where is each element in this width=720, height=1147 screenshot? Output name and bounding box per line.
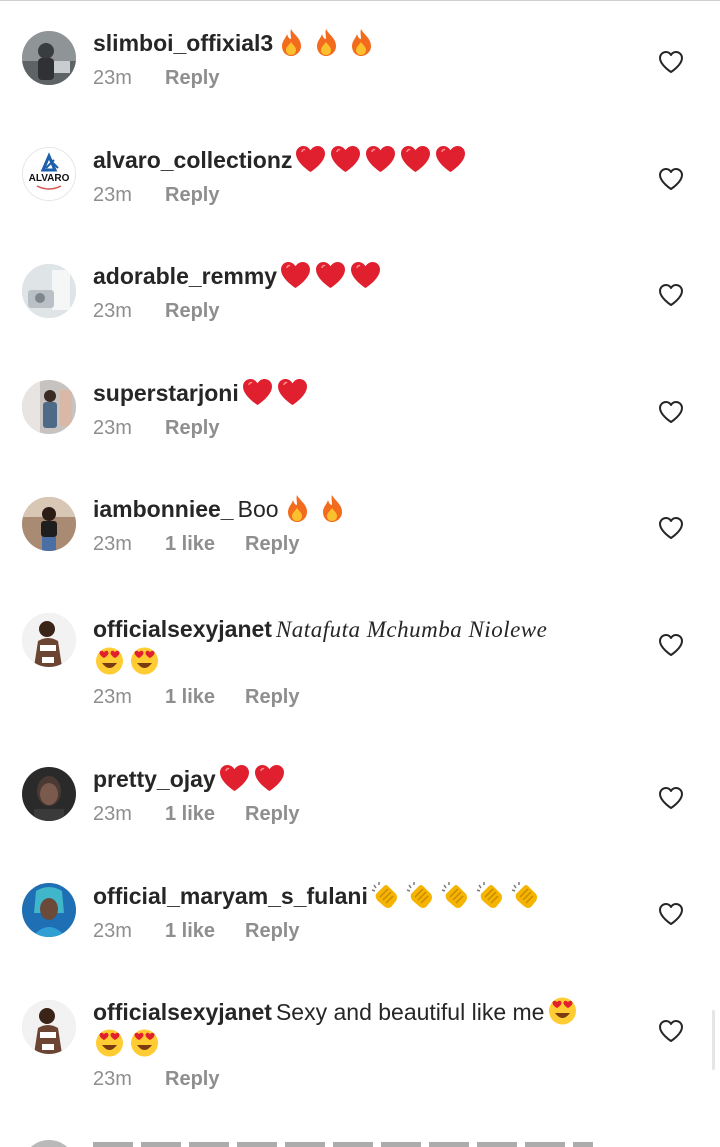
reply-button[interactable]: Reply	[245, 803, 299, 826]
comment-username[interactable]: iambonniee_	[93, 496, 234, 522]
heart-outline-icon[interactable]	[658, 1019, 684, 1043]
heart-eyes-icon	[93, 646, 126, 676]
heart-outline-icon[interactable]	[658, 50, 684, 74]
comment-time: 23m	[93, 184, 132, 206]
reply-button[interactable]: Reply	[165, 417, 219, 440]
red-heart-icon	[434, 144, 467, 174]
clapping-hands-icon	[510, 880, 543, 910]
clapping-hands-icon	[475, 880, 508, 910]
reply-button[interactable]: Reply	[165, 184, 219, 207]
reply-button[interactable]: Reply	[165, 1068, 219, 1091]
comment-text: Natafuta Mchumba Niolewe	[275, 617, 548, 642]
comment-username[interactable]: officialsexyjanet	[93, 616, 272, 642]
clapping-hands-icon	[405, 880, 438, 910]
red-heart-icon	[349, 260, 382, 290]
heart-eyes-icon	[93, 1028, 126, 1058]
comment-time: 23m	[93, 920, 132, 942]
avatar[interactable]	[22, 883, 76, 937]
avatar[interactable]	[22, 380, 76, 434]
avatar[interactable]	[22, 1000, 76, 1054]
avatar[interactable]	[22, 264, 76, 318]
comment-text: Boo	[237, 496, 279, 522]
reply-button[interactable]: Reply	[165, 300, 219, 323]
like-count[interactable]: 1 like	[165, 920, 245, 943]
avatar[interactable]: ALVARO	[22, 147, 76, 201]
red-heart-icon	[276, 377, 309, 407]
comment-username[interactable]: adorable_remmy	[93, 263, 277, 289]
scrollbar[interactable]	[712, 1010, 715, 1070]
fire-icon	[316, 493, 349, 523]
heart-outline-icon[interactable]	[658, 633, 684, 657]
red-heart-icon	[241, 377, 274, 407]
heart-outline-icon[interactable]	[658, 786, 684, 810]
avatar[interactable]	[22, 497, 76, 551]
avatar[interactable]	[22, 613, 76, 667]
comment-username[interactable]: alvaro_collectionz	[93, 147, 292, 173]
red-heart-icon	[329, 144, 362, 174]
comment-time: 23m	[93, 300, 132, 322]
fire-icon	[310, 27, 343, 57]
clapping-hands-icon	[440, 880, 473, 910]
comment-username[interactable]: slimboi_offixial3	[93, 30, 273, 56]
comment-text: Sexy and beautiful like me	[275, 999, 545, 1025]
reply-button[interactable]: Reply	[245, 686, 299, 709]
heart-outline-icon[interactable]	[658, 516, 684, 540]
like-count[interactable]: 1 like	[165, 533, 245, 556]
red-heart-icon	[364, 144, 397, 174]
comment-time: 23m	[93, 533, 132, 555]
heart-eyes-icon	[546, 996, 579, 1026]
fire-icon	[345, 27, 378, 57]
heart-outline-icon[interactable]	[658, 283, 684, 307]
fire-icon	[275, 27, 308, 57]
avatar-logo-text: ALVARO	[29, 173, 70, 184]
comment-username[interactable]: pretty_ojay	[93, 766, 216, 792]
like-count[interactable]: 1 like	[165, 686, 245, 709]
comment-time: 23m	[93, 67, 132, 89]
red-heart-icon	[279, 260, 312, 290]
heart-outline-icon[interactable]	[658, 167, 684, 191]
red-heart-icon	[253, 763, 286, 793]
comment-text-cutoff	[93, 1142, 593, 1147]
heart-outline-icon[interactable]	[658, 400, 684, 424]
comment-username[interactable]: superstarjoni	[93, 380, 239, 406]
avatar[interactable]	[22, 31, 76, 85]
comment-username[interactable]: officialsexyjanet	[93, 999, 272, 1025]
reply-button[interactable]: Reply	[165, 67, 219, 90]
red-heart-icon	[294, 144, 327, 174]
comment-time: 23m	[93, 803, 132, 825]
heart-eyes-icon	[128, 1028, 161, 1058]
heart-eyes-icon	[128, 646, 161, 676]
red-heart-icon	[399, 144, 432, 174]
reply-button[interactable]: Reply	[245, 533, 299, 556]
reply-button[interactable]: Reply	[245, 920, 299, 943]
avatar	[22, 1140, 76, 1147]
avatar[interactable]	[22, 767, 76, 821]
red-heart-icon	[314, 260, 347, 290]
comment-time: 23m	[93, 417, 132, 439]
clapping-hands-icon	[370, 880, 403, 910]
heart-outline-icon[interactable]	[658, 902, 684, 926]
like-count[interactable]: 1 like	[165, 803, 245, 826]
comment-time: 23m	[93, 1068, 132, 1090]
fire-icon	[281, 493, 314, 523]
next-comment-peek	[0, 1136, 720, 1147]
comment-username[interactable]: official_maryam_s_fulani	[93, 883, 368, 909]
comment-time: 23m	[93, 686, 132, 708]
comments-list: slimboi_offixial3 23m Reply ALVARO alvaro…	[0, 0, 720, 1147]
red-heart-icon	[218, 763, 251, 793]
